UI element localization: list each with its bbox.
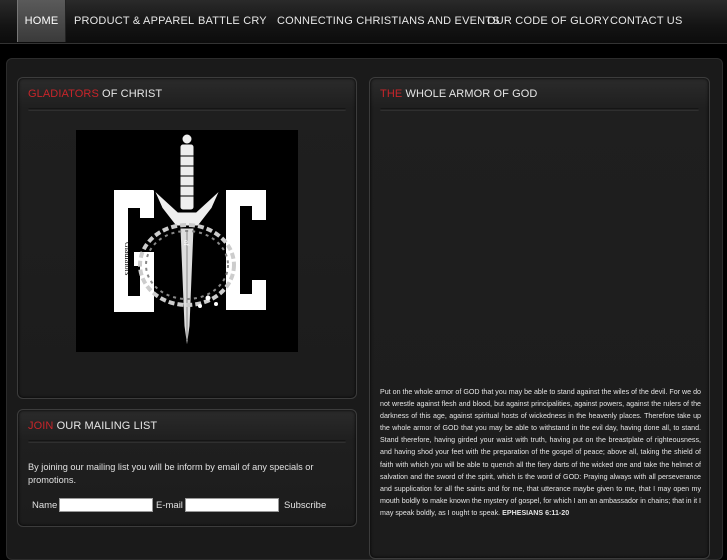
svg-text:Christ: Christ [246, 242, 255, 262]
gladiators-panel-title: GLADIATORS OF CHRIST [28, 88, 162, 100]
divider [380, 108, 699, 111]
name-label: Name [32, 500, 58, 511]
svg-text:Gladiators: Gladiators [123, 242, 132, 275]
title-accent: THE [380, 88, 403, 100]
subscribe-button[interactable]: Subscribe [284, 500, 326, 511]
gladiators-logo: Gladiators Christ of [76, 130, 298, 352]
main-navigation: HOME PRODUCT & APPAREL BATTLE CRY CONNEC… [0, 0, 727, 44]
nav-battle-cry[interactable]: BATTLE CRY [198, 0, 267, 42]
email-field[interactable] [185, 498, 279, 512]
title-rest: OF CHRIST [98, 88, 163, 100]
scripture-reference: EPHESIANS 6:11-20 [502, 508, 570, 517]
divider [28, 108, 346, 111]
gladiators-panel: GLADIATORS OF CHRIST Gladiators Christ o… [17, 77, 357, 399]
title-rest: OUR MAILING LIST [53, 420, 158, 432]
email-label: E-mail [156, 500, 183, 511]
nav-contact-us[interactable]: CONTACT US [610, 0, 683, 42]
mailing-list-panel: JOIN OUR MAILING LIST By joining our mai… [17, 409, 357, 527]
mailing-list-panel-title: JOIN OUR MAILING LIST [28, 420, 157, 432]
nav-connecting-christians[interactable]: CONNECTING CHRISTIANS AND EVENTS [277, 0, 500, 42]
nav-product-apparel[interactable]: PRODUCT & APPAREL [74, 0, 194, 42]
content-wrapper: GLADIATORS OF CHRIST Gladiators Christ o… [6, 58, 723, 560]
title-rest: WHOLE ARMOR OF GOD [402, 88, 538, 100]
title-accent: JOIN [28, 420, 54, 432]
sword-crown-emblem: Gladiators Christ of [114, 133, 266, 349]
nav-home[interactable]: HOME [17, 0, 66, 42]
divider [28, 440, 346, 443]
armor-of-god-panel: THE WHOLE ARMOR OF GOD Put on the whole … [369, 77, 710, 559]
nav-code-of-glory[interactable]: OUR CODE OF GLORY [487, 0, 609, 42]
mailing-list-description: By joining our mailing list you will be … [28, 462, 314, 485]
name-field[interactable] [59, 498, 153, 512]
scripture-body: Put on the whole armor of GOD that you m… [380, 388, 701, 517]
scripture-text: Put on the whole armor of GOD that you m… [380, 386, 701, 519]
armor-panel-title: THE WHOLE ARMOR OF GOD [380, 88, 537, 100]
svg-text:of: of [182, 240, 190, 247]
title-accent: GLADIATORS [28, 88, 99, 100]
